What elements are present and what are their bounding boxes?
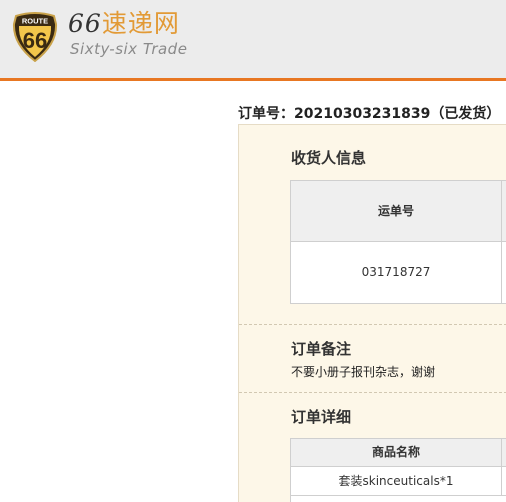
route-66-logo[interactable]: ROUTE 66 xyxy=(12,10,58,62)
order-panel: 收货人信息 运单号 031718727 订单备注 不要小册子报刊杂志，谢谢 订单… xyxy=(238,124,506,502)
product-name: 套装skinceuticals*1 xyxy=(338,474,454,488)
table-header-cell xyxy=(501,181,506,242)
logo-route-text: ROUTE xyxy=(22,17,48,26)
tracking-number-value: 031718727 xyxy=(361,265,431,279)
table-cell xyxy=(501,242,506,303)
section-divider xyxy=(239,324,506,325)
site-header: ROUTE 66 66速递网 Sixty-six Trade xyxy=(0,0,506,81)
brand-name-cn: 速递网 xyxy=(101,9,180,38)
brand-number: 66 xyxy=(68,9,102,38)
brand-title[interactable]: 66速递网 xyxy=(68,8,180,40)
consignee-section-title: 收货人信息 xyxy=(291,149,367,167)
tracking-number-header: 运单号 xyxy=(291,181,501,242)
table-header-cell xyxy=(501,439,506,467)
brand-subtitle: Sixty-six Trade xyxy=(70,40,188,58)
remarks-text: 不要小册子报刊杂志，谢谢 xyxy=(291,365,436,379)
remarks-section-title: 订单备注 xyxy=(291,340,352,358)
section-divider xyxy=(239,392,506,393)
table-row: 套装skinceuticals*1 xyxy=(291,467,501,496)
logo-number-text: 66 xyxy=(23,28,47,53)
details-table: 商品名称 套装skinceuticals*1 xyxy=(290,438,506,502)
order-number-heading: 订单号：20210303231839（已发货） xyxy=(238,106,501,122)
product-name-header: 商品名称 xyxy=(291,439,501,467)
table-cell xyxy=(501,467,506,496)
details-section-title: 订单详细 xyxy=(291,408,352,426)
consignee-table: 运单号 031718727 xyxy=(290,180,506,304)
